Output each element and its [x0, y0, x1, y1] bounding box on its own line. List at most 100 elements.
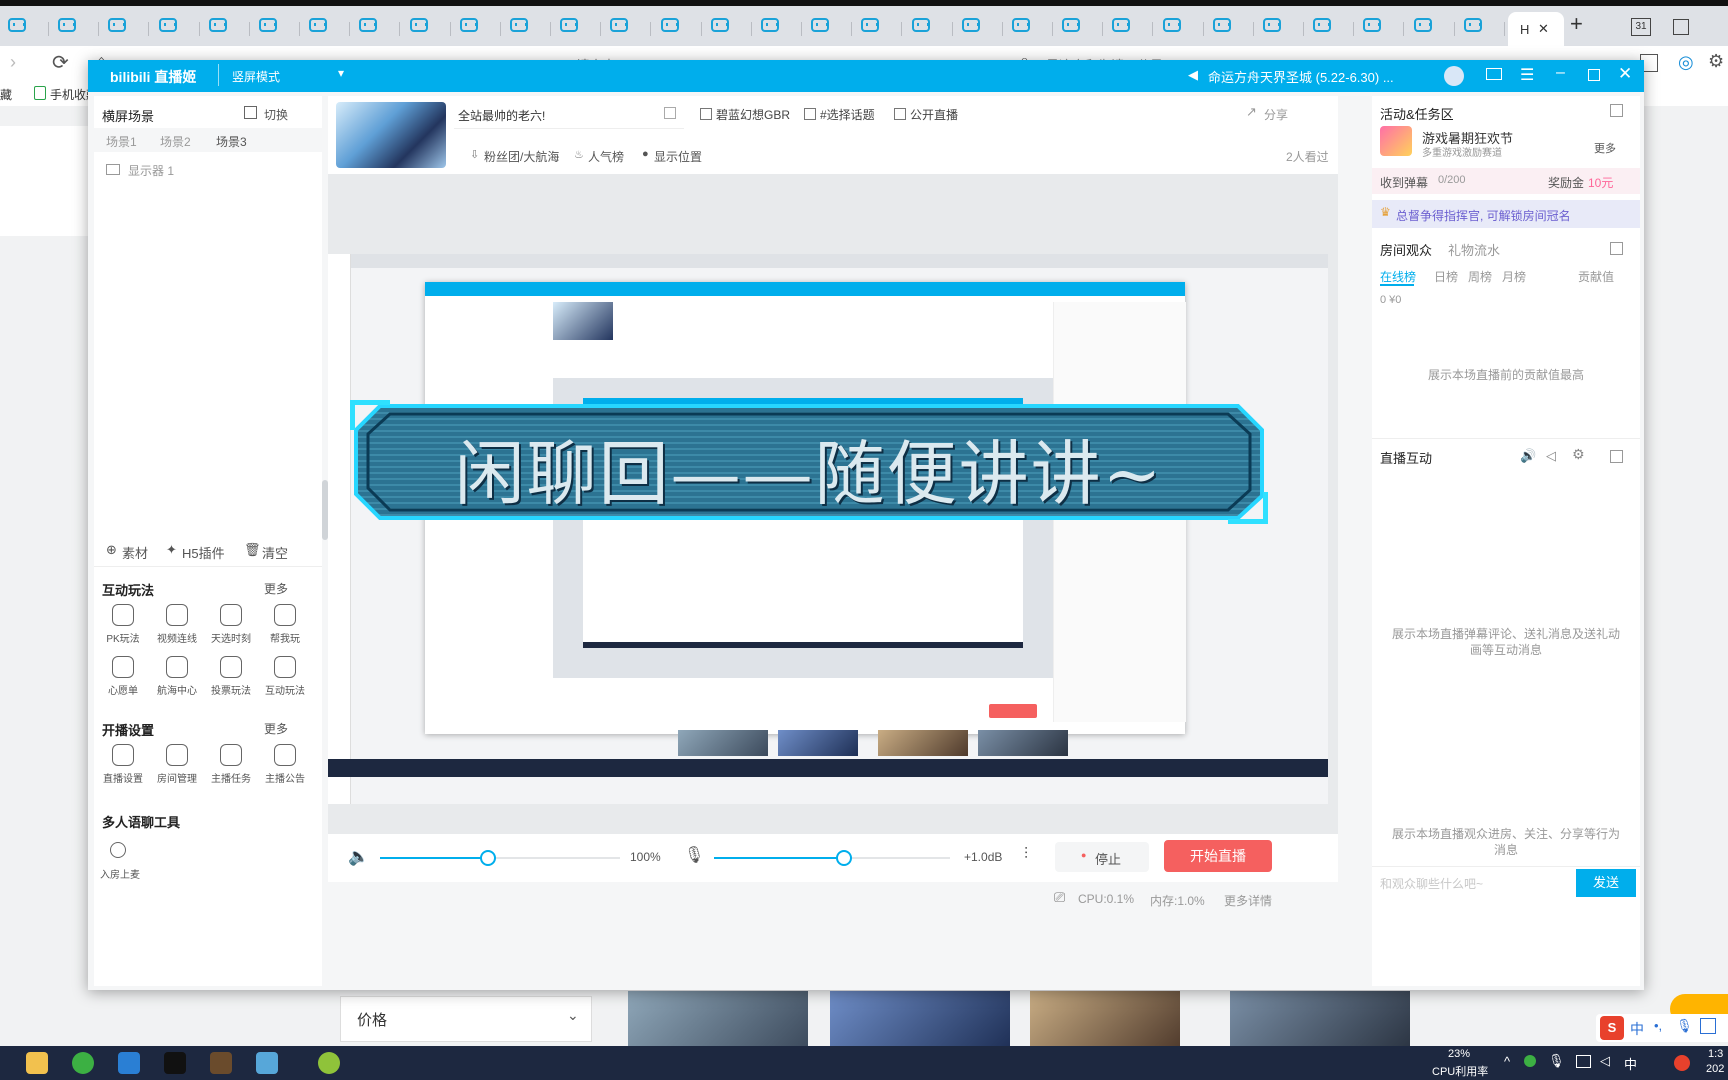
edge-icon[interactable]: ◎: [1678, 52, 1694, 73]
edit-icon[interactable]: [664, 107, 676, 119]
tab-online-rank[interactable]: 在线榜: [1380, 268, 1416, 285]
fans-tag[interactable]: 粉丝团/大航海: [484, 148, 559, 165]
event-more[interactable]: 更多: [1594, 140, 1616, 156]
topic-button[interactable]: #选择话题: [820, 106, 875, 123]
bilibili-tab-icon[interactable]: [861, 18, 880, 32]
bilibili-tab-icon[interactable]: [660, 18, 679, 32]
interactive-item[interactable]: 视频连线: [150, 600, 204, 648]
bilibili-tab-icon[interactable]: [1112, 18, 1131, 32]
interactive-item[interactable]: 互动玩法: [258, 652, 312, 700]
stop-button[interactable]: ● 停止: [1055, 842, 1149, 872]
chat-input[interactable]: 和观众聊些什么吧~: [1380, 875, 1483, 892]
ime-indicator[interactable]: 中: [1624, 1054, 1637, 1073]
forward-icon[interactable]: ›: [10, 52, 16, 73]
ime-mode[interactable]: 中: [1630, 1019, 1644, 1039]
captain-notice[interactable]: ♛ 总督争得指挥官, 可解锁房间冠名: [1372, 200, 1640, 228]
bilibili-tab-icon[interactable]: [259, 18, 277, 32]
sogou-icon[interactable]: [1674, 1055, 1690, 1071]
room-cover[interactable]: [336, 102, 446, 168]
browser-icon[interactable]: [72, 1052, 94, 1074]
product-image[interactable]: [1030, 991, 1180, 1051]
mode-switch[interactable]: 竖屏模式: [232, 68, 280, 85]
active-tab[interactable]: H ✕: [1508, 12, 1564, 46]
game-icon[interactable]: [210, 1052, 232, 1074]
source-item[interactable]: 显示器 1: [128, 162, 174, 179]
product-image[interactable]: [830, 991, 1010, 1051]
bilibili-tab-icon[interactable]: [1062, 18, 1081, 32]
clock-date[interactable]: 202: [1706, 1063, 1724, 1075]
tab-scene-1[interactable]: 场景1: [106, 133, 137, 150]
network-icon[interactable]: [1576, 1055, 1591, 1068]
clear-button[interactable]: 清空: [262, 543, 288, 562]
lock-icon[interactable]: [244, 106, 257, 119]
minimize-icon[interactable]: –: [1556, 64, 1565, 82]
start-live-button[interactable]: 开始直播: [1164, 840, 1272, 872]
volume-slider[interactable]: [380, 850, 620, 866]
bilibili-tab-icon[interactable]: [1413, 18, 1432, 32]
popout-icon[interactable]: [1610, 450, 1623, 463]
calendar-icon[interactable]: 31: [1631, 18, 1651, 36]
tab-scene-3[interactable]: 场景3: [216, 133, 247, 150]
tab-scene-2[interactable]: 场景2: [160, 133, 191, 150]
mail-icon[interactable]: [1486, 68, 1502, 80]
product-image[interactable]: [628, 991, 808, 1051]
interactive-more[interactable]: 更多: [264, 580, 288, 597]
monitor-stats-icon[interactable]: ⎚: [1054, 889, 1065, 906]
settings-item[interactable]: 主播公告: [258, 740, 312, 788]
bilibili-tab-icon[interactable]: [911, 18, 930, 32]
contribution-sort[interactable]: 贡献值: [1578, 268, 1614, 285]
close-icon[interactable]: ✕: [1618, 64, 1632, 84]
mixer-icon[interactable]: ⫶: [1024, 846, 1028, 864]
bilibili-tab-icon[interactable]: [409, 18, 428, 32]
tab-close-icon[interactable]: ✕: [1538, 21, 1549, 37]
join-mic-button[interactable]: 入房上麦: [94, 836, 148, 886]
material-button[interactable]: 素材: [122, 543, 148, 562]
bilibili-tab-icon[interactable]: [761, 18, 779, 32]
category-button[interactable]: 碧蓝幻想GBR: [716, 106, 790, 123]
settings-item[interactable]: 主播任务: [204, 740, 258, 788]
activity-banner[interactable]: 命运方舟天界圣城 (5.22-6.30) ...: [1208, 67, 1394, 86]
bilibili-tab-icon[interactable]: [811, 18, 830, 32]
settings-item[interactable]: 直播设置: [96, 740, 150, 788]
maximize-icon[interactable]: [1588, 69, 1600, 81]
tab-day-rank[interactable]: 日榜: [1434, 268, 1458, 285]
more-details-link[interactable]: 更多详情: [1224, 892, 1272, 909]
product-image[interactable]: [1230, 991, 1410, 1051]
mic-knob[interactable]: [835, 850, 852, 866]
bilibili-tab-icon[interactable]: [1012, 18, 1030, 32]
bilibili-tab-icon[interactable]: [1212, 18, 1231, 32]
chevron-down-icon[interactable]: ▾: [338, 66, 344, 80]
gear-icon[interactable]: ⚙: [1572, 446, 1585, 463]
bilibili-tab-icon[interactable]: [459, 18, 478, 32]
popout-icon[interactable]: [1610, 104, 1623, 117]
interactive-item[interactable]: 天选时刻: [204, 600, 258, 648]
shirt-icon[interactable]: [1673, 19, 1689, 35]
bilibili-tab-icon[interactable]: [1363, 18, 1382, 32]
interactive-item[interactable]: 航海中心: [150, 652, 204, 700]
clock-time[interactable]: 1:3: [1708, 1048, 1723, 1060]
popularity-tag[interactable]: 人气榜: [588, 148, 624, 165]
volume-icon[interactable]: ◁: [1600, 1053, 1610, 1069]
bilibili-tab-icon[interactable]: [108, 18, 127, 32]
tray-icon[interactable]: [1524, 1055, 1536, 1067]
danmaku-reward-row[interactable]: 收到弹幕 0/200 奖励金 10元: [1372, 168, 1640, 194]
bilibili-tab-icon[interactable]: [1463, 18, 1482, 32]
menu-icon[interactable]: ☰: [1520, 65, 1534, 85]
bilibili-tab-icon[interactable]: [610, 18, 629, 32]
avatar[interactable]: [1444, 66, 1464, 86]
bilibili-tab-icon[interactable]: [208, 18, 227, 32]
speaker-icon[interactable]: 🔈: [348, 847, 369, 867]
bilibili-tab-icon[interactable]: [1162, 18, 1181, 32]
gear-icon[interactable]: ⚙: [1708, 51, 1724, 72]
tab-room-audience[interactable]: 房间观众: [1380, 240, 1432, 259]
overlay-banner[interactable]: 闲聊回——随便讲讲~: [349, 399, 1269, 525]
bilibili-tab-icon[interactable]: [961, 18, 980, 32]
tab-week-rank[interactable]: 周榜: [1468, 268, 1492, 285]
settings-more[interactable]: 更多: [264, 720, 288, 737]
chevron-up-icon[interactable]: ^: [1504, 1054, 1510, 1069]
mail-app-icon[interactable]: [118, 1052, 140, 1074]
microphone-icon[interactable]: 🎙: [1676, 1018, 1693, 1034]
tab-month-rank[interactable]: 月榜: [1502, 268, 1526, 285]
punctuation-icon[interactable]: •,: [1654, 1018, 1662, 1033]
microphone-icon[interactable]: 🎙: [1548, 1053, 1565, 1069]
